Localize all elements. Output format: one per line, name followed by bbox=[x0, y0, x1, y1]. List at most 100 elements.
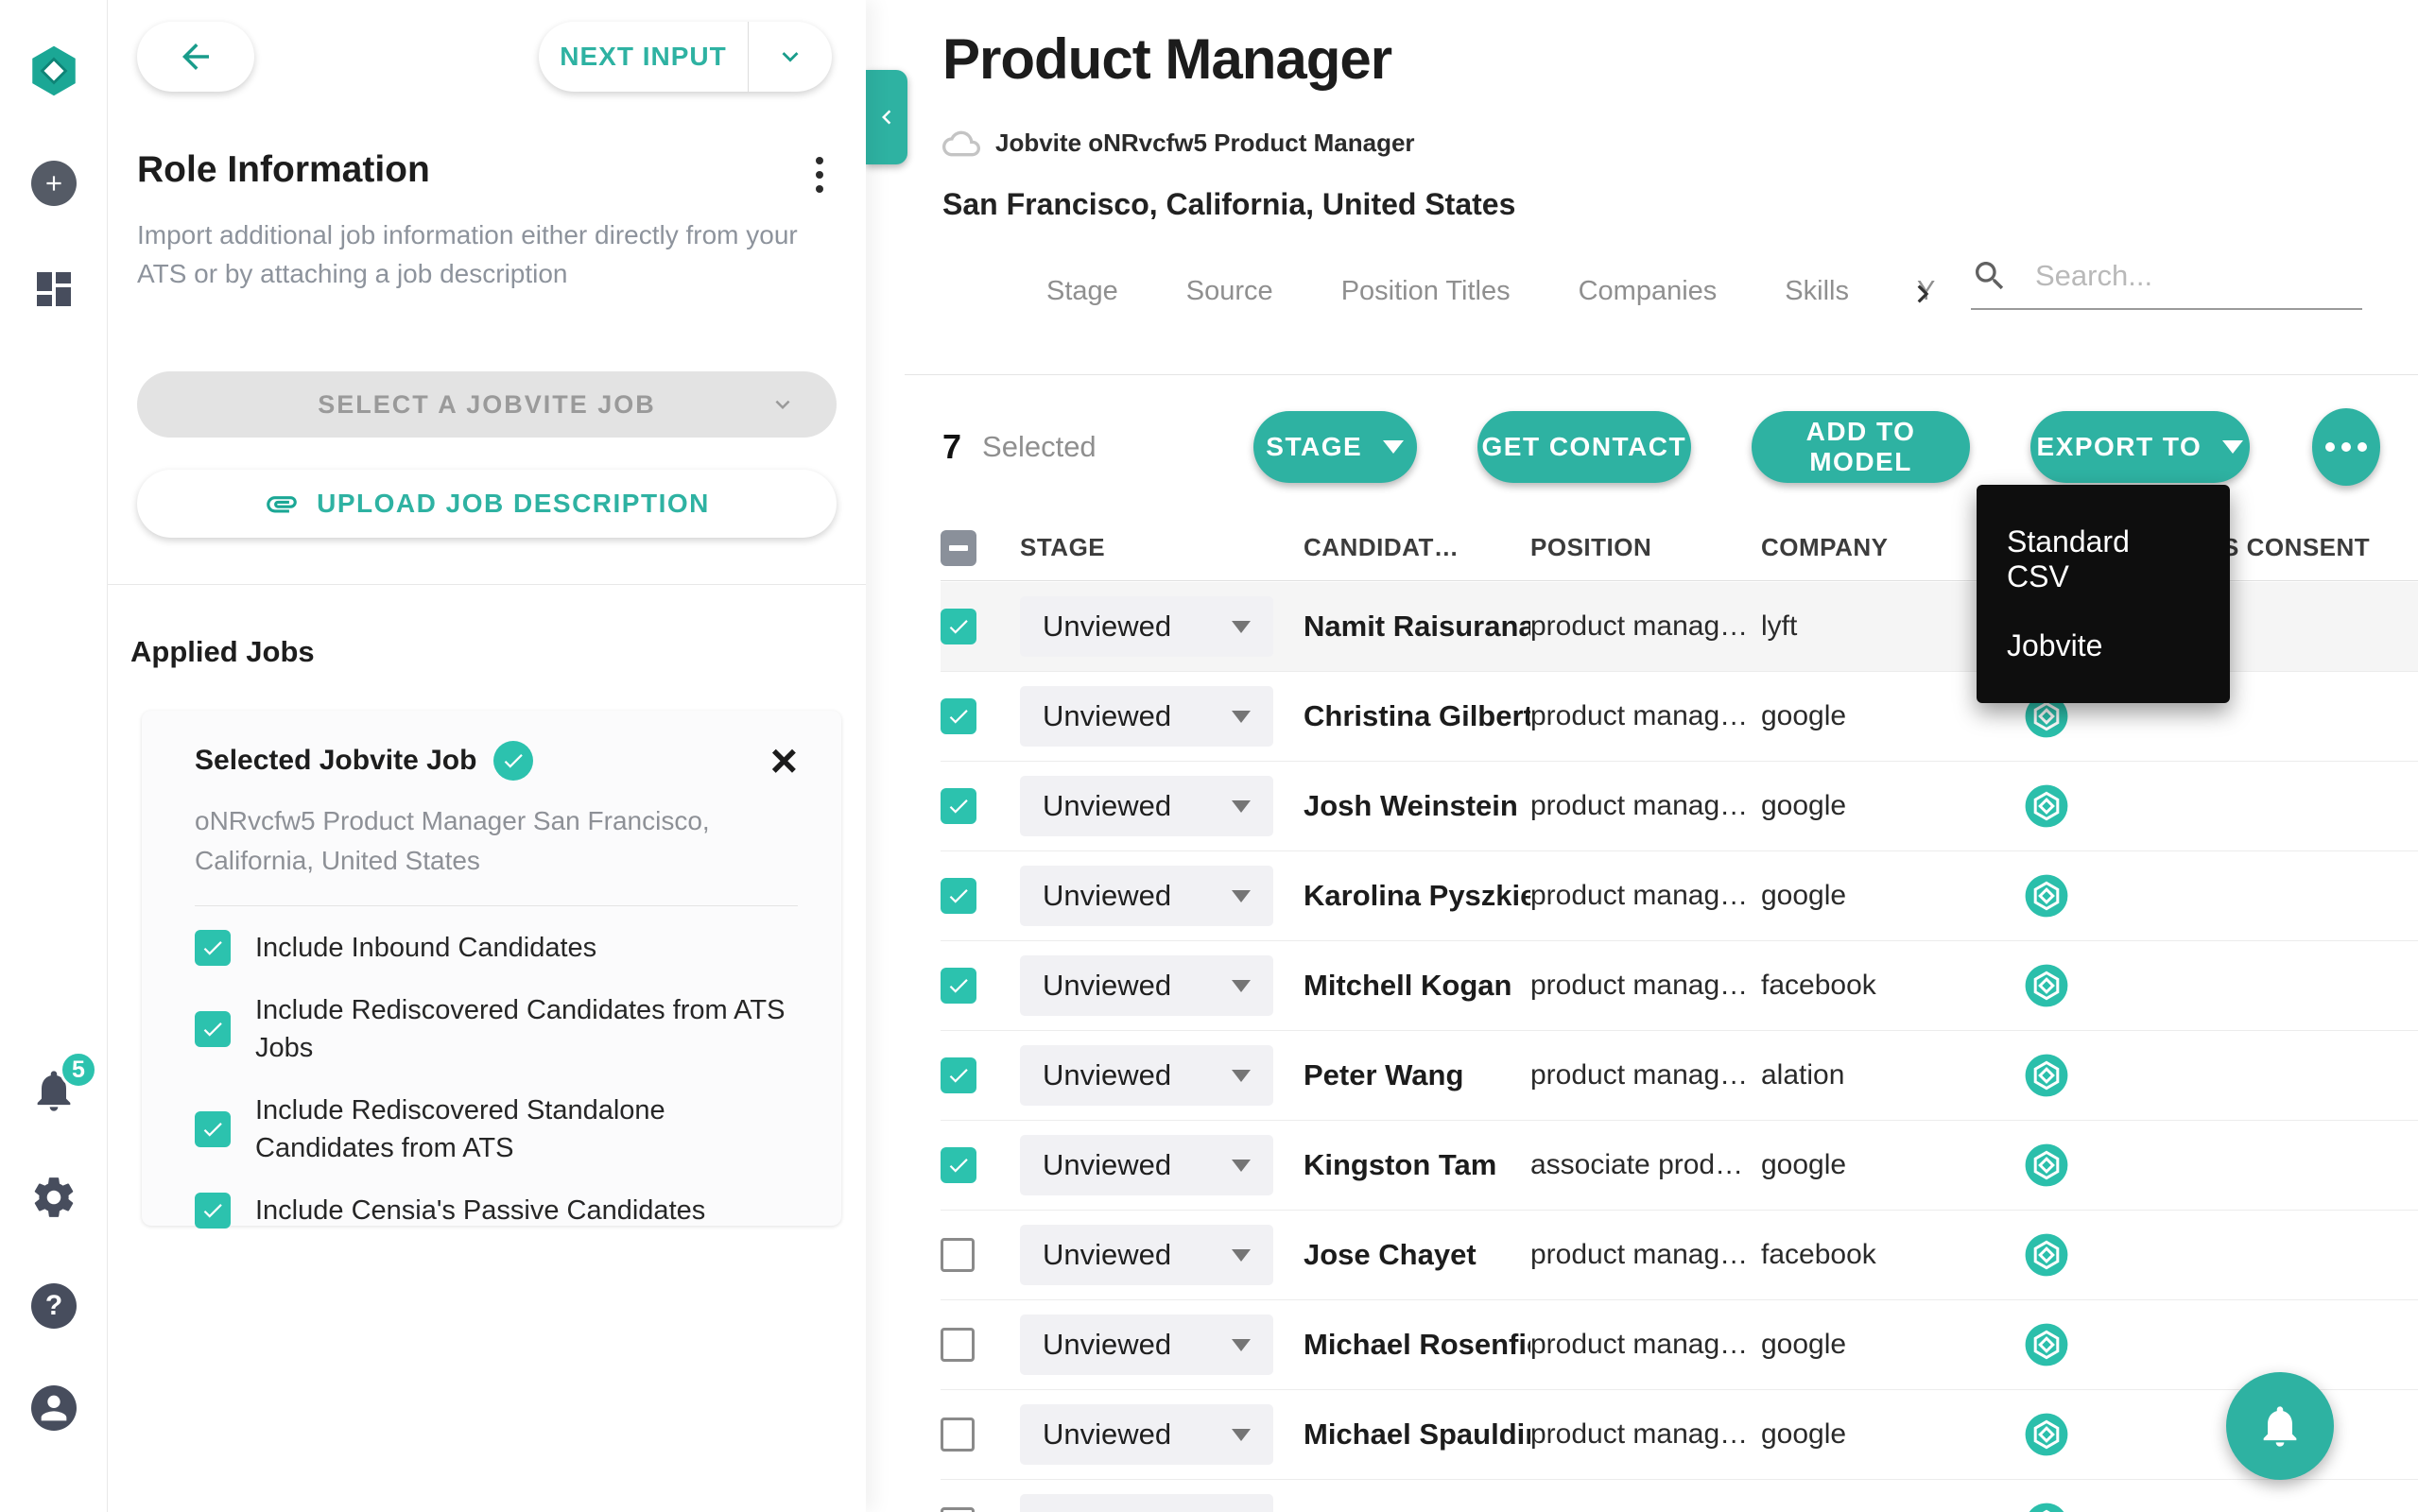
dashboard-button[interactable] bbox=[0, 266, 108, 312]
more-actions-button[interactable] bbox=[2311, 408, 2381, 486]
candidate-name[interactable]: Kingston Tam bbox=[1304, 1148, 1530, 1182]
candidate-name[interactable]: Christina Gilbert bbox=[1304, 699, 1530, 733]
notifications-button[interactable]: 5 bbox=[0, 1051, 108, 1115]
candidate-name[interactable]: Mary Liu bbox=[1304, 1507, 1530, 1512]
candidate-table-body: Unviewed Namit Raisurana product manag… … bbox=[941, 582, 2418, 1512]
candidate-position: product manag… bbox=[1530, 1059, 1749, 1091]
stage-select[interactable]: Unviewed bbox=[1020, 1225, 1273, 1285]
row-checkbox[interactable] bbox=[941, 1147, 976, 1183]
add-button[interactable] bbox=[0, 161, 108, 206]
censia-consent-icon[interactable] bbox=[2024, 1143, 2069, 1188]
candidate-name[interactable]: Jose Chayet bbox=[1304, 1238, 1530, 1272]
table-row[interactable]: Unviewed Kingston Tam associate prod… go… bbox=[941, 1121, 2418, 1211]
stage-select[interactable]: Unviewed bbox=[1020, 1494, 1273, 1512]
stage-value: Unviewed bbox=[1043, 1238, 1172, 1271]
row-checkbox[interactable] bbox=[941, 698, 976, 734]
option-checkbox[interactable] bbox=[195, 1011, 231, 1047]
stage-select[interactable]: Unviewed bbox=[1020, 955, 1273, 1016]
col-header-company[interactable]: COMPANY bbox=[1761, 533, 1995, 562]
stage-button[interactable]: STAGE bbox=[1252, 411, 1417, 483]
candidate-name[interactable]: Peter Wang bbox=[1304, 1058, 1530, 1092]
table-row[interactable]: Unviewed Josh Weinstein product manag… g… bbox=[941, 762, 2418, 851]
row-checkbox[interactable] bbox=[941, 609, 976, 644]
censia-consent-icon[interactable] bbox=[2024, 783, 2069, 829]
option-checkbox[interactable] bbox=[195, 1193, 231, 1228]
stage-button-label: STAGE bbox=[1266, 432, 1363, 461]
tab-companies[interactable]: Companies bbox=[1579, 276, 1718, 307]
add-to-model-button[interactable]: ADD TO MODEL bbox=[1751, 411, 1971, 483]
stage-select[interactable]: Unviewed bbox=[1020, 596, 1273, 657]
get-contact-button[interactable]: GET CONTACT bbox=[1477, 411, 1691, 483]
candidate-name[interactable]: Namit Raisurana bbox=[1304, 610, 1530, 644]
export-menu-item-jobvite[interactable]: Jobvite bbox=[1977, 611, 2230, 680]
help-button[interactable]: ? bbox=[0, 1283, 108, 1329]
candidate-company: google bbox=[1761, 1329, 1847, 1360]
search-input[interactable] bbox=[2035, 259, 2338, 293]
close-icon[interactable]: × bbox=[770, 737, 798, 784]
settings-button[interactable] bbox=[0, 1174, 108, 1221]
table-row[interactable]: Unviewed Michael Spaulding product manag… bbox=[941, 1390, 2418, 1480]
table-row[interactable]: Unviewed Mitchell Kogan product manag… f… bbox=[941, 941, 2418, 1031]
col-header-stage[interactable]: STAGE bbox=[1020, 533, 1304, 562]
censia-consent-icon[interactable] bbox=[2024, 963, 2069, 1008]
search-box bbox=[1971, 257, 2362, 310]
col-header-candidate[interactable]: CANDIDAT… bbox=[1304, 533, 1530, 562]
row-checkbox[interactable] bbox=[941, 788, 976, 824]
table-row[interactable]: Unviewed Karolina Pyszkiew product manag… bbox=[941, 851, 2418, 941]
candidate-name[interactable]: Mitchell Kogan bbox=[1304, 969, 1530, 1003]
option-checkbox[interactable] bbox=[195, 930, 231, 966]
row-checkbox[interactable] bbox=[941, 1238, 975, 1272]
option-checkbox[interactable] bbox=[195, 1111, 231, 1147]
tabs-scroll-right-button[interactable] bbox=[1905, 276, 1941, 312]
next-input-button[interactable]: NEXT INPUT bbox=[539, 22, 749, 92]
censia-consent-icon[interactable] bbox=[2024, 873, 2069, 919]
app-logo[interactable] bbox=[0, 42, 108, 100]
censia-consent-icon[interactable] bbox=[2024, 1053, 2069, 1098]
table-row[interactable]: Unviewed Jose Chayet product manag… face… bbox=[941, 1211, 2418, 1300]
job-card-option: Include Rediscovered Candidates from ATS… bbox=[195, 991, 798, 1067]
select-all-checkbox[interactable] bbox=[941, 529, 976, 566]
candidate-name[interactable]: Josh Weinstein bbox=[1304, 789, 1530, 823]
tab-position-titles[interactable]: Position Titles bbox=[1341, 276, 1511, 307]
tab-stage[interactable]: Stage bbox=[1046, 276, 1118, 307]
account-button[interactable] bbox=[0, 1385, 108, 1431]
censia-consent-icon[interactable] bbox=[2024, 1412, 2069, 1457]
stage-select[interactable]: Unviewed bbox=[1020, 1404, 1273, 1465]
col-header-consent[interactable]: S CONSENT bbox=[2222, 533, 2418, 562]
next-input-menu-button[interactable] bbox=[749, 22, 832, 92]
censia-consent-icon[interactable] bbox=[2024, 1322, 2069, 1367]
table-row[interactable]: Unviewed Michael Rosenfiel product manag… bbox=[941, 1300, 2418, 1390]
candidate-name[interactable]: Michael Rosenfiel bbox=[1304, 1328, 1530, 1362]
row-checkbox[interactable] bbox=[941, 1418, 975, 1452]
collapse-panel-button[interactable] bbox=[866, 70, 907, 164]
back-button[interactable] bbox=[137, 22, 254, 92]
stage-select[interactable]: Unviewed bbox=[1020, 686, 1273, 747]
stage-select[interactable]: Unviewed bbox=[1020, 1135, 1273, 1195]
censia-consent-icon[interactable] bbox=[2024, 1502, 2069, 1512]
check-icon bbox=[949, 1159, 968, 1173]
job-card-options: Include Inbound Candidates Include Redis… bbox=[195, 929, 798, 1229]
censia-consent-icon[interactable] bbox=[2024, 1232, 2069, 1278]
export-to-button[interactable]: EXPORT TO bbox=[2030, 411, 2250, 483]
stage-select[interactable]: Unviewed bbox=[1020, 776, 1273, 836]
select-jobvite-job-dropdown[interactable]: SELECT A JOBVITE JOB bbox=[137, 371, 837, 438]
table-row[interactable]: Unviewed Peter Wang product manag… alati… bbox=[941, 1031, 2418, 1121]
export-menu-item-standard-csv[interactable]: Standard CSV bbox=[1977, 507, 2230, 611]
notifications-fab[interactable] bbox=[2226, 1372, 2334, 1480]
stage-select[interactable]: Unviewed bbox=[1020, 866, 1273, 926]
row-checkbox[interactable] bbox=[941, 1507, 975, 1512]
tab-skills[interactable]: Skills bbox=[1785, 276, 1849, 307]
stage-select[interactable]: Unviewed bbox=[1020, 1045, 1273, 1106]
row-checkbox[interactable] bbox=[941, 878, 976, 914]
tab-source[interactable]: Source bbox=[1186, 276, 1273, 307]
row-checkbox[interactable] bbox=[941, 1328, 975, 1362]
row-checkbox[interactable] bbox=[941, 1057, 976, 1093]
row-checkbox[interactable] bbox=[941, 968, 976, 1004]
stage-select[interactable]: Unviewed bbox=[1020, 1314, 1273, 1375]
table-row[interactable]: Unviewed Mary Liu product manag… faceboo… bbox=[941, 1480, 2418, 1512]
col-header-position[interactable]: POSITION bbox=[1530, 533, 1761, 562]
candidate-name[interactable]: Karolina Pyszkiew bbox=[1304, 879, 1530, 913]
panel-overflow-menu-button[interactable] bbox=[803, 149, 837, 200]
candidate-name[interactable]: Michael Spaulding bbox=[1304, 1418, 1530, 1452]
upload-job-description-button[interactable]: UPLOAD JOB DESCRIPTION bbox=[137, 470, 837, 538]
